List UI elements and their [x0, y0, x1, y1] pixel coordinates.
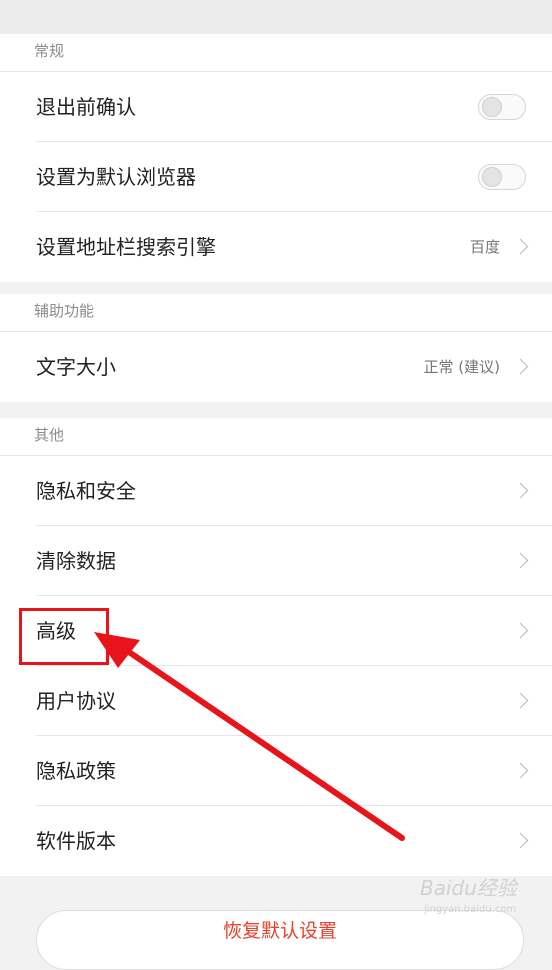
watermark-logo: Baidu经验: [420, 876, 517, 900]
watermark-url: jingyan.baidu.com: [424, 904, 517, 915]
annotation-arrow-icon: [94, 632, 405, 841]
